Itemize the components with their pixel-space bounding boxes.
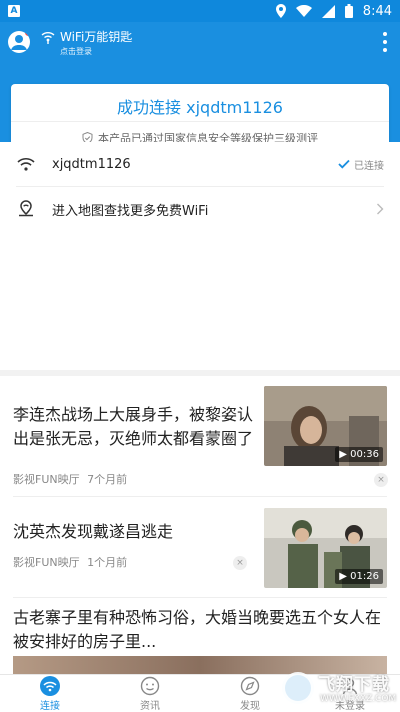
check-icon [338,159,350,169]
brand[interactable]: WiFi万能钥匙 点击登录 [40,28,132,57]
location-icon [275,4,286,18]
cell-signal-icon [321,4,335,18]
battery-icon [344,4,353,18]
app-name: WiFi万能钥匙 [60,30,133,44]
wifi-name: xjqdtm1126 [52,156,131,172]
find-more-wifi-label: 进入地图查找更多免费WiFi [52,203,209,219]
tab-label: 连接 [40,700,60,712]
chevron-right-icon [377,203,384,215]
tab-discover[interactable]: 发现 [200,675,300,712]
user-icon [342,678,358,694]
tab-label: 资讯 [140,700,160,712]
find-more-wifi-row[interactable]: 进入地图查找更多免费WiFi [0,187,400,231]
dismiss-icon[interactable]: × [233,556,247,570]
wifi-icon [17,158,35,171]
avatar[interactable] [8,31,30,53]
news-meta: 影视FUN映厅 7个月前 [13,471,127,487]
wifi-icon [40,675,60,696]
app-header: WiFi万能钥匙 点击登录 成功连接 xjqdtm1126 本产品已通过国家信息… [0,22,400,150]
play-icon: ▶ [339,571,347,582]
connected-status: 已连接 [354,160,384,172]
video-duration: ▶ 01:26 [335,569,383,584]
news-headline: 李连杰战场上大展身手，被黎姿认 出是张无忌，灭绝师太都看蒙圈了 [13,405,254,448]
map-pin-icon [19,200,33,217]
tab-profile[interactable]: 未登录 [300,675,400,712]
notification-app-icon: A [8,5,20,17]
wifi-key-logo-icon [41,31,55,44]
tab-label: 未登录 [335,700,365,712]
connection-card: 成功连接 xjqdtm1126 本产品已通过国家信息安全等级保护三级测评 [11,84,389,150]
news-face-icon [140,676,160,695]
news-item[interactable]: 李连杰战场上大展身手，被黎姿认 出是张无忌，灭绝师太都看蒙圈了 影视FUN映厅 … [0,376,400,498]
status-time: 8:44 [362,3,392,19]
status-bar: A 8:44 [0,0,400,22]
wifi-signal-icon [295,5,312,17]
video-thumbnail[interactable]: ▶ 00:36 [264,386,387,466]
news-image[interactable] [13,656,387,674]
news-headline: 沈英杰发现戴遂昌逃走 [13,522,174,541]
tab-connect[interactable]: 连接 [0,675,100,712]
video-duration: ▶ 00:36 [335,447,383,462]
video-thumbnail[interactable]: ▶ 01:26 [264,508,387,588]
bottom-tab-bar: 连接 资讯 发现 未登录 [0,674,400,712]
news-feed: 李连杰战场上大展身手，被黎姿认 出是张无忌，灭绝师太都看蒙圈了 影视FUN映厅 … [0,376,400,674]
play-icon: ▶ [339,449,347,460]
news-item[interactable]: 古老寨子里有种恐怖习俗，大婚当晚要选五个女人在 被安排好的房子里... [0,598,400,674]
wifi-list: xjqdtm1126 已连接 进入地图查找更多免费WiFi [0,142,400,370]
wifi-row-connected[interactable]: xjqdtm1126 已连接 [0,142,400,186]
more-menu-icon[interactable] [382,32,388,52]
login-hint: 点击登录 [60,47,92,56]
news-time: 1个月前 [87,556,128,569]
news-item[interactable]: 沈英杰发现戴遂昌逃走 影视FUN映厅 1个月前 × ▶ 01:26 [0,498,400,598]
card-divider [11,121,389,122]
item-divider [13,496,387,497]
news-meta: 影视FUN映厅 1个月前 [13,554,127,570]
compass-icon [240,676,260,695]
dismiss-icon[interactable]: × [374,473,388,487]
connection-status: 成功连接 xjqdtm1126 [117,98,283,117]
notification-badge [25,31,30,36]
news-headline: 古老寨子里有种恐怖习俗，大婚当晚要选五个女人在 被安排好的房子里... [13,608,382,651]
tab-label: 发现 [240,700,260,712]
news-source: 影视FUN映厅 [13,473,80,486]
news-source: 影视FUN映厅 [13,556,80,569]
news-time: 7个月前 [87,473,128,486]
tab-news[interactable]: 资讯 [100,675,200,712]
